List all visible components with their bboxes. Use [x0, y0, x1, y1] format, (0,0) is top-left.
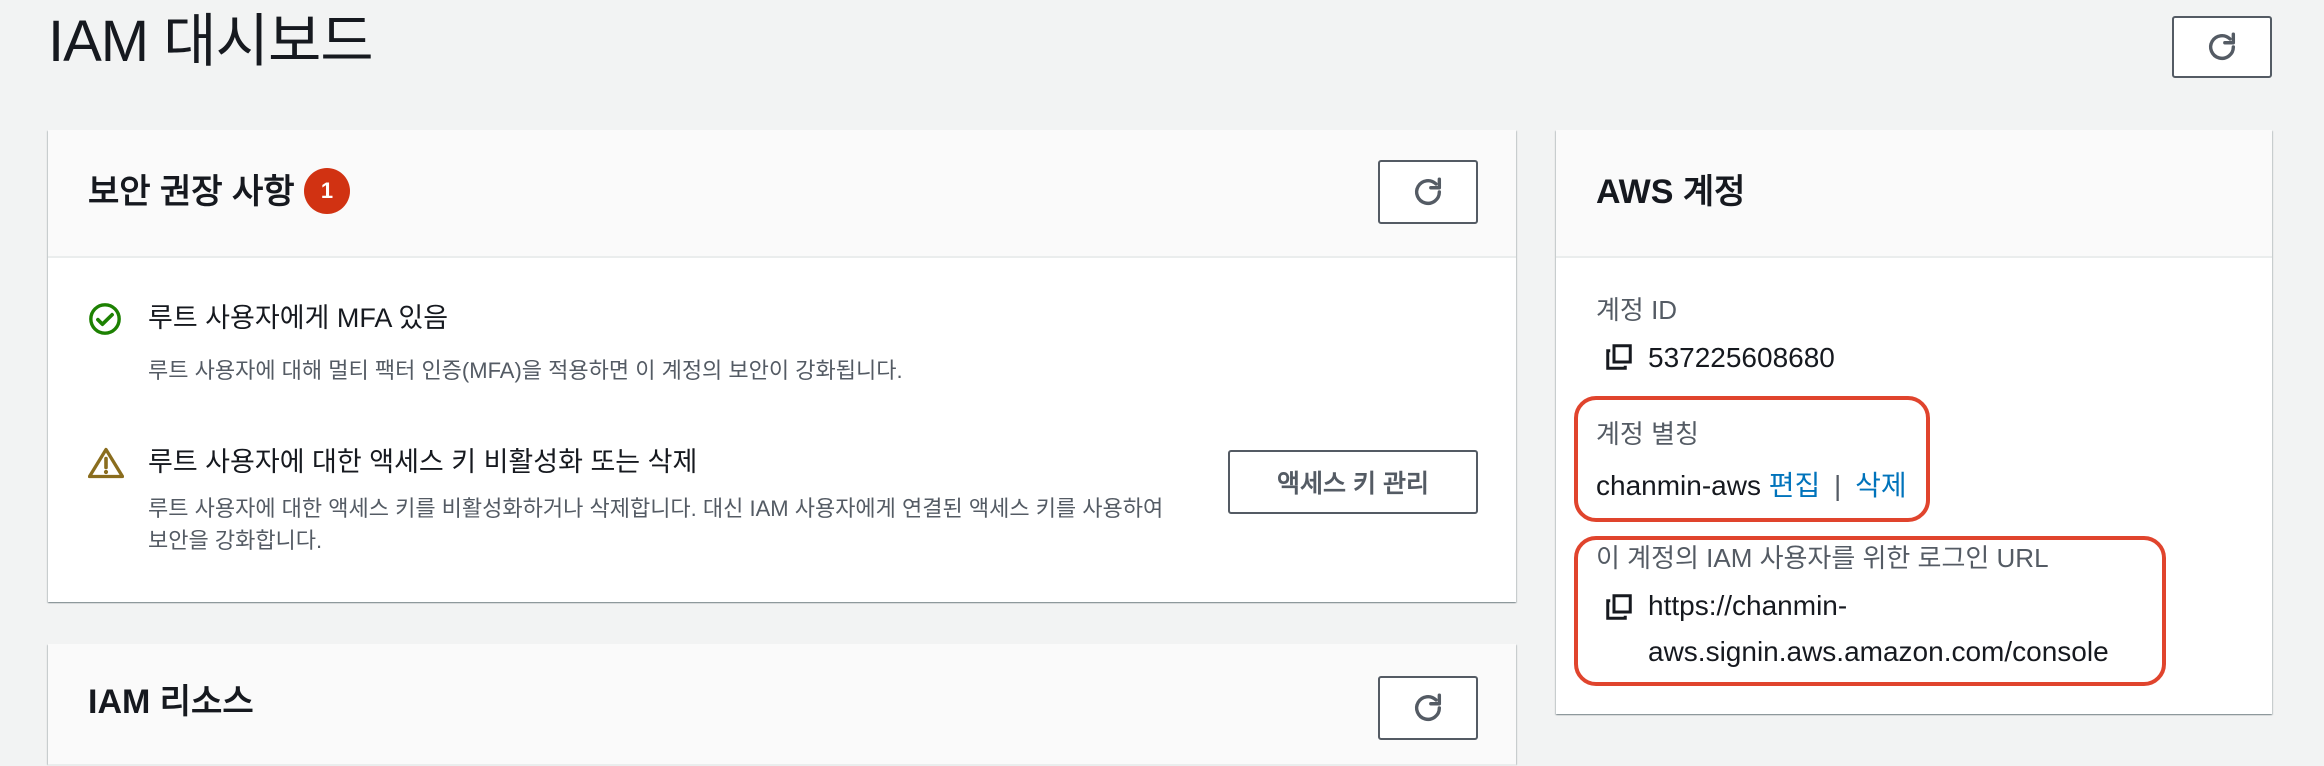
resources-card-title: IAM 리소스 — [88, 683, 254, 721]
signin-url-highlight-box — [1574, 536, 2166, 686]
security-count-badge: 1 — [304, 168, 350, 214]
success-check-icon — [89, 303, 121, 335]
account-id-value: 537225608680 — [1648, 342, 1835, 373]
copy-icon[interactable] — [1604, 342, 1634, 372]
resources-refresh-button[interactable] — [1378, 676, 1478, 740]
access-key-item-description-line1: 루트 사용자에 대한 액세스 키를 비활성화하거나 삭제합니다. 대신 IAM … — [148, 496, 1164, 521]
account-card-header: AWS 계정 — [1556, 130, 2272, 258]
security-card-header: 보안 권장 사항 1 — [48, 130, 1516, 258]
manage-access-keys-button[interactable]: 액세스 키 관리 — [1228, 450, 1478, 514]
refresh-icon — [1414, 177, 1442, 205]
access-key-item-description-line2: 보안을 강화합니다. — [148, 528, 323, 553]
resources-card-header: IAM 리소스 — [48, 644, 1516, 766]
access-key-item-title: 루트 사용자에 대한 액세스 키 비활성화 또는 삭제 — [148, 447, 698, 477]
page-refresh-button[interactable] — [2172, 16, 2272, 78]
security-recommendations-card: 보안 권장 사항 1 루트 사용자에게 MFA 있음 루트 사용자에 대해 멀티… — [48, 130, 1516, 602]
refresh-icon — [1414, 693, 1442, 721]
alias-highlight-box — [1574, 396, 1930, 522]
security-card-title: 보안 권장 사항 — [88, 173, 295, 211]
mfa-item-description: 루트 사용자에 대해 멀티 팩터 인증(MFA)을 적용하면 이 계정의 보안이… — [148, 358, 903, 383]
security-refresh-button[interactable] — [1378, 160, 1478, 224]
iam-resources-card: IAM 리소스 — [48, 644, 1516, 766]
refresh-icon — [2208, 32, 2236, 60]
account-id-label: 계정 ID — [1596, 295, 1678, 325]
page-title: IAM 대시보드 — [48, 9, 374, 74]
warning-icon — [88, 447, 124, 479]
mfa-item-title: 루트 사용자에게 MFA 있음 — [148, 303, 449, 333]
account-card-title: AWS 계정 — [1596, 173, 1746, 211]
